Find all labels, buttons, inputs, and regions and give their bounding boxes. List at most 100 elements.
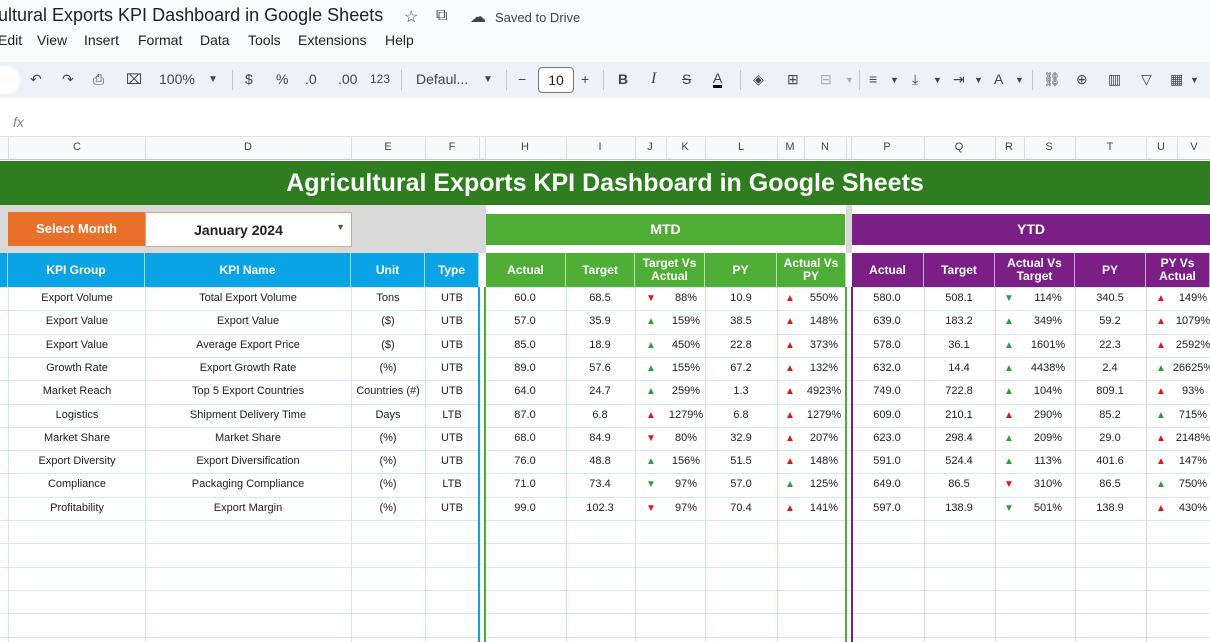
wrap-chevron-icon[interactable]: ▼	[974, 75, 983, 85]
column-header-q[interactable]: Q	[955, 141, 964, 153]
filter-views-icon[interactable]: ▦	[1170, 71, 1183, 88]
mtd-target-vs-actual-cell[interactable]: 1279%	[669, 409, 703, 421]
mtd-py-cell[interactable]: 57.0	[730, 478, 751, 490]
column-header-n[interactable]: N	[821, 141, 829, 153]
ytd-target-cell[interactable]: 524.4	[945, 455, 973, 467]
bold-icon[interactable]: B	[618, 71, 628, 87]
mtd-py-cell[interactable]: 70.4	[730, 502, 751, 514]
mtd-target-cell[interactable]: 102.3	[586, 502, 614, 514]
halign-chevron-icon[interactable]: ▼	[890, 75, 899, 85]
kpi-group-cell[interactable]: Export Diversity	[38, 455, 115, 467]
insert-link-icon[interactable]: ⛓	[1043, 71, 1061, 88]
text-rotation-icon[interactable]: A	[994, 71, 1003, 87]
mtd-actual-cell[interactable]: 71.0	[514, 478, 535, 490]
kpi-name-cell[interactable]: Export Margin	[214, 502, 282, 514]
mtd-actual-cell[interactable]: 87.0	[514, 409, 535, 421]
more-formats-button[interactable]: 123	[370, 72, 390, 86]
ytd-actual-vs-target-cell[interactable]: 1601%	[1031, 339, 1065, 351]
mtd-actual-vs-py-cell[interactable]: 141%	[810, 502, 838, 514]
font-select[interactable]: Defaul...	[416, 71, 468, 87]
ytd-py-vs-actual-cell[interactable]: 149%	[1179, 292, 1207, 304]
kpi-group-cell[interactable]: Market Reach	[43, 385, 111, 397]
ytd-actual-cell[interactable]: 591.0	[873, 455, 901, 467]
kpi-name-cell[interactable]: Market Share	[215, 432, 281, 444]
column-header-h[interactable]: H	[521, 141, 529, 153]
undo-icon[interactable]: ↶	[30, 71, 42, 88]
column-header-r[interactable]: R	[1005, 141, 1013, 153]
ytd-actual-cell[interactable]: 632.0	[873, 362, 901, 374]
ytd-target-cell[interactable]: 508.1	[945, 292, 973, 304]
kpi-group-cell[interactable]: Export Volume	[41, 292, 113, 304]
fill-color-icon[interactable]: ◈	[753, 71, 764, 88]
formula-bar[interactable]: fx	[0, 108, 1210, 137]
kpi-name-cell[interactable]: Average Export Price	[196, 339, 300, 351]
zoom-chevron-icon[interactable]: ▼	[208, 74, 218, 85]
type-cell[interactable]: UTB	[441, 432, 463, 444]
unit-cell[interactable]: (%)	[379, 455, 396, 467]
mtd-actual-cell[interactable]: 85.0	[514, 339, 535, 351]
ytd-actual-vs-target-cell[interactable]: 113%	[1034, 455, 1061, 467]
mtd-py-cell[interactable]: 32.9	[730, 432, 751, 444]
type-cell[interactable]: UTB	[441, 292, 463, 304]
ytd-actual-cell[interactable]: 639.0	[873, 315, 901, 327]
increase-decimal-button[interactable]: .00	[338, 71, 357, 87]
ytd-target-cell[interactable]: 298.4	[945, 432, 973, 444]
mtd-target-vs-actual-cell[interactable]: 88%	[675, 292, 697, 304]
ytd-py-cell[interactable]: 2.4	[1102, 362, 1117, 374]
ytd-py-vs-actual-cell[interactable]: 750%	[1179, 478, 1207, 490]
decrease-font-size-icon[interactable]: −	[518, 71, 526, 87]
vertical-align-icon[interactable]: ⤓	[912, 71, 918, 88]
decrease-decimal-button[interactable]: .0	[305, 71, 317, 87]
ytd-actual-vs-target-cell[interactable]: 104%	[1034, 385, 1062, 397]
mtd-target-cell[interactable]: 48.8	[589, 455, 610, 467]
text-color-icon[interactable]: A	[713, 71, 723, 88]
valign-chevron-icon[interactable]: ▼	[933, 75, 942, 85]
print-icon[interactable]: ⎙	[93, 71, 104, 88]
kpi-group-cell[interactable]: Export Value	[46, 339, 108, 351]
ytd-actual-vs-target-cell[interactable]: 114%	[1034, 292, 1061, 304]
ytd-actual-cell[interactable]: 623.0	[873, 432, 901, 444]
kpi-group-cell[interactable]: Growth Rate	[46, 362, 108, 374]
paint-format-icon[interactable]: ⌧	[126, 71, 142, 88]
ytd-actual-vs-target-cell[interactable]: 501%	[1034, 502, 1062, 514]
kpi-group-cell[interactable]: Compliance	[48, 478, 106, 490]
mtd-target-vs-actual-cell[interactable]: 97%	[675, 478, 697, 490]
mtd-actual-cell[interactable]: 60.0	[514, 292, 535, 304]
mtd-actual-cell[interactable]: 99.0	[514, 502, 535, 514]
ytd-py-vs-actual-cell[interactable]: 26625%	[1173, 362, 1210, 374]
mtd-target-cell[interactable]: 6.8	[592, 409, 607, 421]
unit-cell[interactable]: (%)	[379, 432, 396, 444]
mtd-target-vs-actual-cell[interactable]: 450%	[672, 339, 700, 351]
month-dropdown[interactable]: January 2024 ▼	[145, 212, 352, 247]
column-header-m[interactable]: M	[785, 141, 794, 153]
mtd-target-vs-actual-cell[interactable]: 259%	[672, 385, 700, 397]
unit-cell[interactable]: ($)	[381, 339, 394, 351]
mtd-py-cell[interactable]: 1.3	[733, 385, 748, 397]
type-cell[interactable]: UTB	[441, 315, 463, 327]
mtd-actual-cell[interactable]: 76.0	[514, 455, 535, 467]
mtd-target-cell[interactable]: 18.9	[589, 339, 610, 351]
mtd-target-vs-actual-cell[interactable]: 155%	[672, 362, 700, 374]
type-cell[interactable]: UTB	[441, 385, 463, 397]
ytd-actual-vs-target-cell[interactable]: 310%	[1034, 478, 1062, 490]
search-menus-box[interactable]	[0, 66, 20, 94]
ytd-actual-vs-target-cell[interactable]: 209%	[1034, 432, 1062, 444]
type-cell[interactable]: UTB	[441, 455, 463, 467]
mtd-target-vs-actual-cell[interactable]: 80%	[675, 432, 697, 444]
kpi-name-cell[interactable]: Shipment Delivery Time	[190, 409, 306, 421]
ytd-target-cell[interactable]: 722.8	[945, 385, 973, 397]
ytd-target-cell[interactable]: 138.9	[945, 502, 973, 514]
menu-help[interactable]: Help	[385, 32, 414, 48]
ytd-py-vs-actual-cell[interactable]: 2148%	[1176, 432, 1210, 444]
insert-comment-icon[interactable]: ⊕	[1076, 71, 1088, 88]
kpi-group-cell[interactable]: Logistics	[56, 409, 99, 421]
text-wrapping-icon[interactable]: ⇥	[953, 71, 965, 88]
document-title[interactable]: ultural Exports KPI Dashboard in Google …	[0, 5, 383, 26]
currency-format-button[interactable]: $	[245, 71, 253, 87]
type-cell[interactable]: LTB	[442, 478, 461, 490]
ytd-actual-vs-target-cell[interactable]: 4438%	[1031, 362, 1065, 374]
mtd-actual-vs-py-cell[interactable]: 132%	[810, 362, 838, 374]
ytd-actual-cell[interactable]: 578.0	[873, 339, 901, 351]
kpi-name-cell[interactable]: Export Growth Rate	[200, 362, 297, 374]
ytd-target-cell[interactable]: 183.2	[945, 315, 973, 327]
